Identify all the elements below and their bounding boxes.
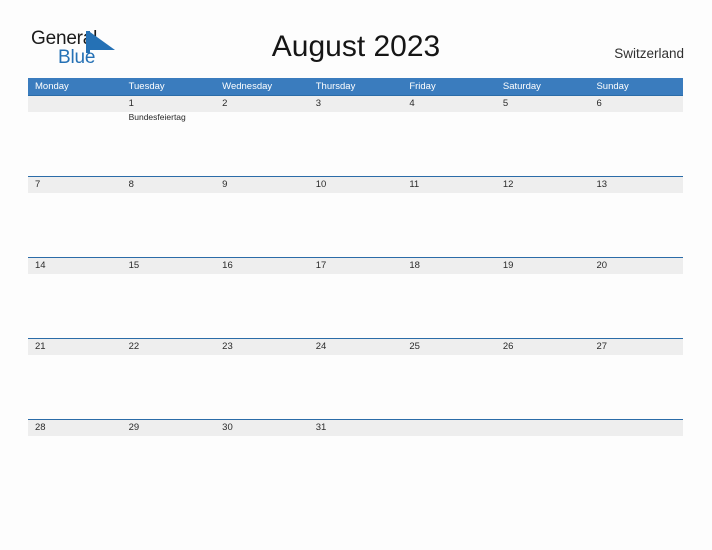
day-number: 21 bbox=[35, 341, 46, 352]
day-number: 29 bbox=[128, 422, 140, 433]
day-cell[interactable]: 23 bbox=[215, 338, 309, 419]
day-number: 28 bbox=[35, 422, 46, 433]
day-number: 20 bbox=[596, 260, 608, 271]
day-number: 16 bbox=[222, 260, 233, 271]
day-cell[interactable]: 9 bbox=[215, 176, 309, 257]
day-cell[interactable] bbox=[28, 95, 122, 176]
calendar-page: General Blue August 2023 Switzerland Mon… bbox=[0, 0, 712, 550]
day-number: 5 bbox=[502, 98, 509, 109]
weekday-header-thursday: Thursday bbox=[315, 81, 356, 92]
page-header: General Blue August 2023 Switzerland bbox=[0, 0, 712, 76]
weekday-header-saturday: Saturday bbox=[502, 81, 541, 92]
page-title: August 2023 bbox=[271, 30, 441, 63]
day-number: 7 bbox=[35, 179, 41, 190]
day-number: 31 bbox=[315, 422, 327, 433]
day-event: Bundesfeiertag bbox=[128, 112, 186, 122]
day-cell[interactable]: 14 bbox=[28, 257, 122, 338]
day-number: 22 bbox=[128, 341, 140, 352]
day-number: 27 bbox=[596, 341, 608, 352]
weekday-header-row: Monday Tuesday Wednesday Thursday Friday… bbox=[28, 78, 683, 95]
day-cell[interactable]: 21 bbox=[28, 338, 122, 419]
day-number: 8 bbox=[128, 179, 134, 190]
day-cell[interactable]: 28 bbox=[28, 419, 122, 500]
calendar-grid: Monday Tuesday Wednesday Thursday Friday… bbox=[28, 78, 683, 500]
day-cell[interactable]: 27 bbox=[589, 338, 683, 419]
day-number: 30 bbox=[222, 422, 233, 433]
day-number: 23 bbox=[222, 341, 233, 352]
day-cell[interactable]: 13 bbox=[589, 176, 683, 257]
day-cell[interactable] bbox=[589, 419, 683, 500]
day-number: 1 bbox=[128, 98, 134, 109]
day-cell[interactable]: 24 bbox=[309, 338, 403, 419]
day-number: 15 bbox=[128, 260, 140, 271]
day-number: 2 bbox=[222, 98, 228, 109]
day-cell[interactable]: 12 bbox=[496, 176, 590, 257]
calendar-week-row: 1 Bundesfeiertag 2 3 4 5 6 bbox=[28, 95, 683, 176]
day-cell[interactable]: 1 Bundesfeiertag bbox=[122, 95, 216, 176]
day-cell[interactable]: 31 bbox=[309, 419, 403, 500]
day-number: 18 bbox=[409, 260, 420, 271]
weekday-header-friday: Friday bbox=[409, 81, 436, 92]
day-number: 26 bbox=[502, 341, 514, 352]
day-cell[interactable]: 29 bbox=[122, 419, 216, 500]
day-number: 3 bbox=[315, 98, 322, 109]
day-number: 9 bbox=[222, 179, 228, 190]
day-cell[interactable]: 25 bbox=[402, 338, 496, 419]
day-cell[interactable]: 5 bbox=[496, 95, 590, 176]
day-cell[interactable]: 10 bbox=[309, 176, 403, 257]
day-number: 13 bbox=[596, 179, 608, 190]
day-cell[interactable]: 11 bbox=[402, 176, 496, 257]
country-label: Switzerland bbox=[614, 46, 684, 61]
day-number: 10 bbox=[315, 179, 327, 190]
day-cell[interactable]: 4 bbox=[402, 95, 496, 176]
day-cell[interactable]: 16 bbox=[215, 257, 309, 338]
day-cell[interactable]: 3 bbox=[309, 95, 403, 176]
day-cell[interactable]: 15 bbox=[122, 257, 216, 338]
calendar-week-row: 14 15 16 17 18 19 20 bbox=[28, 257, 683, 338]
day-cell[interactable]: 22 bbox=[122, 338, 216, 419]
day-cell[interactable]: 30 bbox=[215, 419, 309, 500]
day-number: 19 bbox=[502, 260, 514, 271]
day-cell[interactable] bbox=[402, 419, 496, 500]
calendar-week-row: 7 8 9 10 11 12 13 bbox=[28, 176, 683, 257]
day-number: 11 bbox=[409, 179, 420, 190]
day-number: 25 bbox=[409, 341, 420, 352]
day-cell[interactable]: 8 bbox=[122, 176, 216, 257]
day-cell[interactable]: 17 bbox=[309, 257, 403, 338]
calendar-week-row: 28 29 30 31 bbox=[28, 419, 683, 500]
day-cell[interactable]: 26 bbox=[496, 338, 590, 419]
day-cell[interactable]: 2 bbox=[215, 95, 309, 176]
day-number: 12 bbox=[502, 179, 514, 190]
day-cell[interactable]: 20 bbox=[589, 257, 683, 338]
day-cell[interactable]: 19 bbox=[496, 257, 590, 338]
weekday-header-monday: Monday bbox=[35, 81, 69, 92]
weekday-header-tuesday: Tuesday bbox=[128, 81, 165, 92]
calendar-week-row: 21 22 23 24 25 26 27 bbox=[28, 338, 683, 419]
day-number: 14 bbox=[35, 260, 46, 271]
day-number: 24 bbox=[315, 341, 327, 352]
day-cell[interactable]: 18 bbox=[402, 257, 496, 338]
day-cell[interactable] bbox=[496, 419, 590, 500]
day-number: 17 bbox=[315, 260, 327, 271]
weekday-header-sunday: Sunday bbox=[596, 81, 629, 92]
day-number: 6 bbox=[596, 98, 602, 109]
weekday-header-wednesday: Wednesday bbox=[222, 81, 273, 92]
day-cell[interactable]: 6 bbox=[589, 95, 683, 176]
day-number: 4 bbox=[409, 98, 415, 109]
day-cell[interactable]: 7 bbox=[28, 176, 122, 257]
